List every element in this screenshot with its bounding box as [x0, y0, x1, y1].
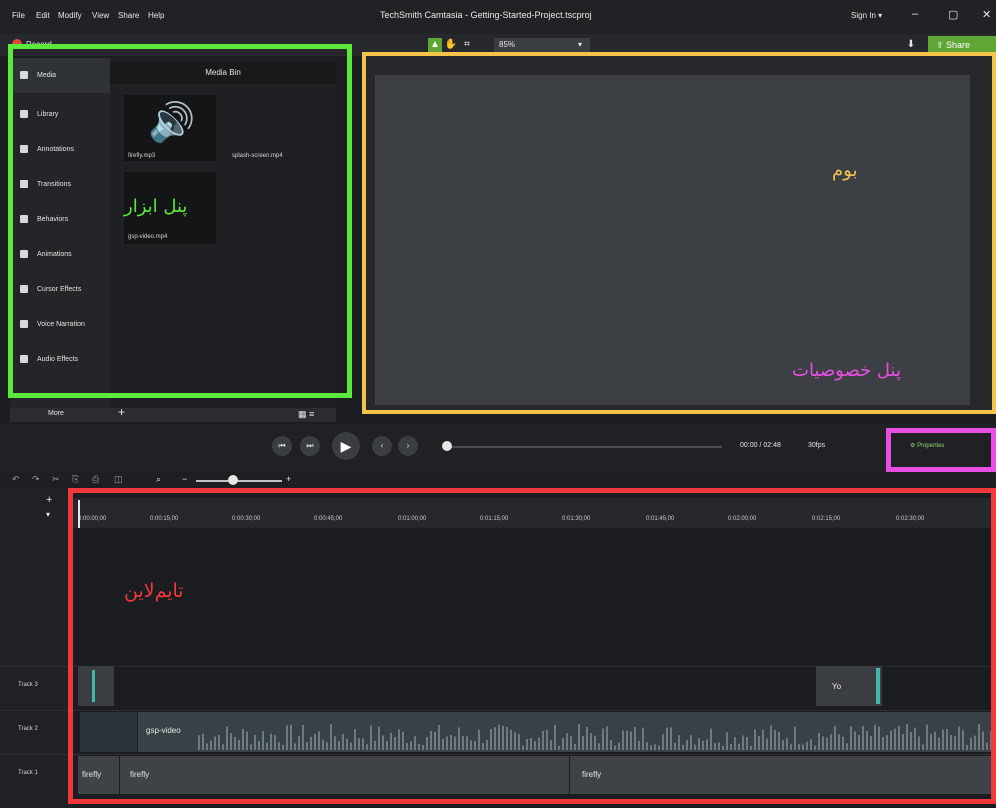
menu-modify[interactable]: Modify [58, 11, 82, 20]
crop-icon[interactable]: ⌗ [460, 38, 474, 52]
zoom-in-icon[interactable]: + [286, 474, 291, 484]
menu-help[interactable]: Help [148, 11, 164, 20]
step-back-icon[interactable]: ⏮ [272, 436, 292, 456]
minimize-icon[interactable]: – [912, 8, 918, 20]
sign-in-button[interactable]: Sign In ▾ [851, 11, 882, 20]
redo-icon[interactable]: ↷ [32, 474, 40, 485]
step-forward-icon[interactable]: ⏭ [300, 436, 320, 456]
highlight-properties [886, 428, 996, 472]
callout-properties-panel: پنل خصوصیات [792, 360, 901, 381]
split-icon[interactable]: ◫ [114, 474, 123, 485]
fps-display: 30fps [808, 442, 826, 449]
playback-controls [0, 424, 996, 472]
callout-timeline: تایم‌لاین [124, 580, 184, 602]
add-icon[interactable]: + [118, 405, 125, 419]
undo-icon[interactable]: ↶ [12, 474, 20, 485]
play-icon[interactable]: ▶ [332, 432, 360, 460]
copy-icon[interactable]: ⎘ [72, 474, 79, 485]
scrubber-handle[interactable] [442, 441, 452, 451]
add-track-icon[interactable]: + [46, 494, 52, 506]
timeline-zoom-slider[interactable] [196, 480, 282, 482]
menu-edit[interactable]: Edit [36, 11, 50, 20]
close-icon[interactable]: ✕ [982, 8, 991, 21]
track-name: Track 2 [18, 726, 38, 732]
zoom-icon[interactable]: ⌕ [156, 474, 161, 485]
cut-icon[interactable]: ✂ [52, 474, 60, 485]
collapse-tracks-icon[interactable]: ▾ [46, 510, 50, 519]
chevron-down-icon[interactable]: ▾ [578, 38, 582, 52]
highlight-tools-panel [8, 44, 352, 398]
paste-icon[interactable]: ⎙ [92, 474, 99, 485]
menu-view[interactable]: View [92, 11, 109, 20]
track-name: Track 3 [18, 682, 38, 688]
download-icon[interactable]: ⬇ [904, 38, 918, 52]
grid-view-icon[interactable]: ▦ ≡ [298, 408, 330, 420]
next-marker-icon[interactable]: › [398, 436, 418, 456]
arrow-pointer-icon[interactable]: ▲ [428, 38, 442, 52]
callout-canvas: بوم [832, 160, 858, 181]
window-title: TechSmith Camtasia - Getting-Started-Pro… [380, 10, 592, 20]
time-display: 00:00 / 02:48 [740, 442, 781, 449]
share-label: Share [946, 40, 971, 50]
more-button[interactable]: More [48, 410, 64, 417]
menu-file[interactable]: File [12, 11, 25, 20]
timeline-zoom-handle[interactable] [228, 475, 238, 485]
hand-icon[interactable]: ✋ [444, 38, 458, 52]
scrubber-track[interactable] [452, 446, 722, 448]
zoom-out-icon[interactable]: − [182, 474, 187, 484]
track-name: Track 1 [18, 770, 38, 776]
previous-marker-icon[interactable]: ‹ [372, 436, 392, 456]
callout-tools-panel: پنل ابزار [124, 196, 188, 217]
highlight-timeline [68, 488, 996, 804]
maximize-icon[interactable]: ▢ [948, 8, 958, 21]
zoom-dropdown[interactable]: 85% [494, 38, 590, 52]
menu-share[interactable]: Share [118, 11, 139, 20]
